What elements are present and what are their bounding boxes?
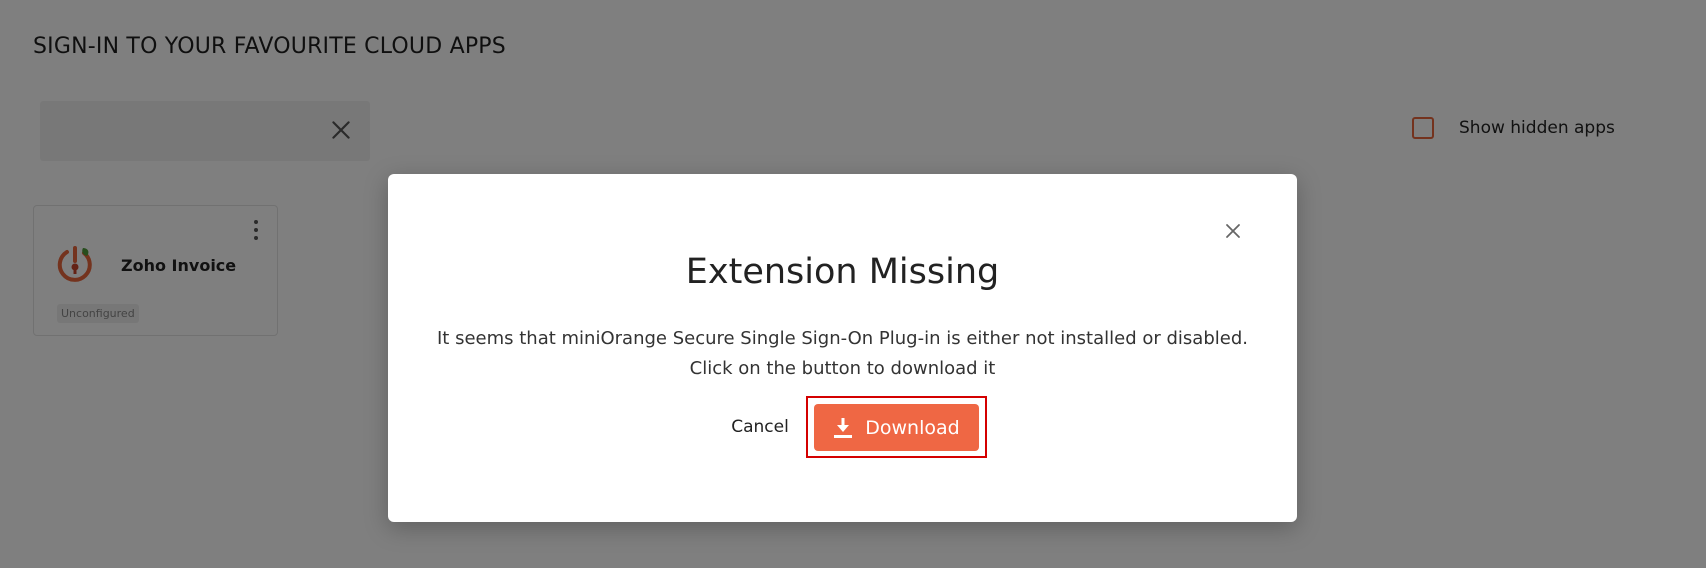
close-icon[interactable]: [1224, 222, 1242, 240]
dialog-message-line2: Click on the button to download it: [689, 358, 996, 379]
download-button[interactable]: Download: [814, 404, 979, 451]
extension-missing-dialog: Extension Missing It seems that miniOran…: [388, 174, 1297, 522]
dialog-message-line1: It seems that miniOrange Secure Single S…: [437, 328, 1248, 349]
download-icon: [834, 417, 853, 438]
dialog-title: Extension Missing: [685, 252, 1000, 292]
download-button-label: Download: [865, 416, 960, 439]
dialog-message: It seems that miniOrange Secure Single S…: [388, 324, 1297, 384]
cancel-button[interactable]: Cancel: [710, 409, 810, 445]
